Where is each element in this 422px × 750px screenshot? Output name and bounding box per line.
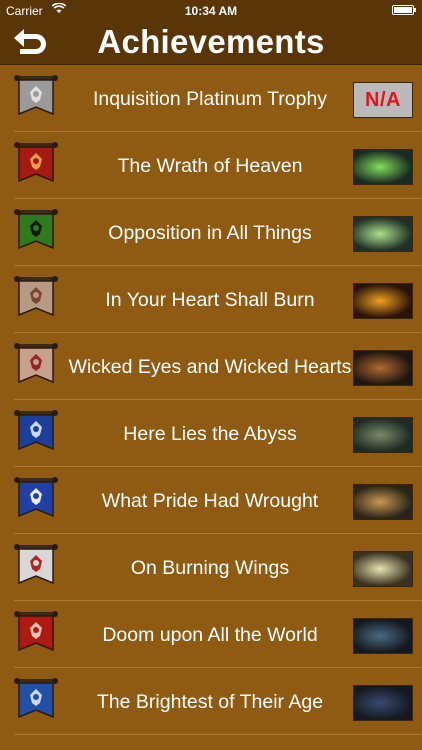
banner-icon bbox=[14, 477, 58, 518]
achievement-title: Doom upon All the World bbox=[102, 623, 318, 646]
banner-icon bbox=[14, 678, 58, 719]
achievement-thumbnail bbox=[353, 484, 413, 520]
banner-icon bbox=[14, 209, 58, 250]
achievement-title: The Wrath of Heaven bbox=[117, 154, 303, 177]
achievement-thumbnail bbox=[353, 685, 413, 721]
banner-icon bbox=[14, 276, 58, 317]
achievement-row[interactable]: What Pride Had Wrought bbox=[0, 467, 422, 534]
achievement-thumbnail bbox=[353, 216, 413, 252]
achievement-row[interactable]: Wicked Eyes and Wicked Hearts bbox=[0, 333, 422, 400]
achievement-row[interactable]: The Wrath of Heaven bbox=[0, 132, 422, 199]
achievement-title: In Your Heart Shall Burn bbox=[105, 288, 315, 311]
achievement-list: Inquisition Platinum Trophy N/A The Wrath … bbox=[0, 65, 422, 735]
achievement-row[interactable]: In Your Heart Shall Burn bbox=[0, 266, 422, 333]
page-title: Achievements bbox=[97, 23, 325, 60]
banner-icon bbox=[14, 544, 58, 585]
achievement-title: Inquisition Platinum Trophy bbox=[92, 87, 328, 110]
banner-icon bbox=[14, 343, 58, 384]
achievement-thumbnail bbox=[353, 283, 413, 319]
achievement-thumbnail bbox=[353, 618, 413, 654]
banner-icon bbox=[14, 75, 58, 116]
achievement-title: The Brightest of Their Age bbox=[96, 690, 324, 713]
achievement-row[interactable]: Doom upon All the World bbox=[0, 601, 422, 668]
battery-icon bbox=[392, 5, 416, 15]
achievement-title: Wicked Eyes and Wicked Hearts bbox=[68, 355, 352, 378]
achievement-title: Here Lies the Abyss bbox=[123, 422, 297, 445]
achievement-thumbnail bbox=[353, 149, 413, 185]
banner-icon bbox=[14, 611, 58, 652]
achievement-row[interactable]: On Burning Wings bbox=[0, 534, 422, 601]
back-button[interactable] bbox=[8, 26, 52, 60]
clock: 10:34 AM bbox=[184, 4, 238, 18]
achievement-title: Opposition in All Things bbox=[108, 221, 312, 244]
navigation-bar: Achievements bbox=[0, 22, 422, 65]
banner-icon bbox=[14, 142, 58, 183]
status-bar: Carrier 10:34 AM bbox=[0, 0, 422, 22]
banner-icon bbox=[14, 410, 58, 451]
achievement-row[interactable]: Here Lies the Abyss bbox=[0, 400, 422, 467]
achievement-title: On Burning Wings bbox=[130, 556, 290, 579]
achievement-thumbnail bbox=[353, 551, 413, 587]
achievement-row[interactable]: Inquisition Platinum Trophy N/A bbox=[0, 65, 422, 132]
return-arrow-icon bbox=[14, 29, 46, 54]
achievement-thumbnail-na: N/A bbox=[353, 82, 413, 118]
achievement-row[interactable]: Opposition in All Things bbox=[0, 199, 422, 266]
achievement-title: What Pride Had Wrought bbox=[101, 489, 319, 512]
achievement-thumbnail bbox=[353, 417, 413, 453]
achievement-thumbnail bbox=[353, 350, 413, 386]
achievement-row[interactable]: The Brightest of Their Age bbox=[0, 668, 422, 735]
